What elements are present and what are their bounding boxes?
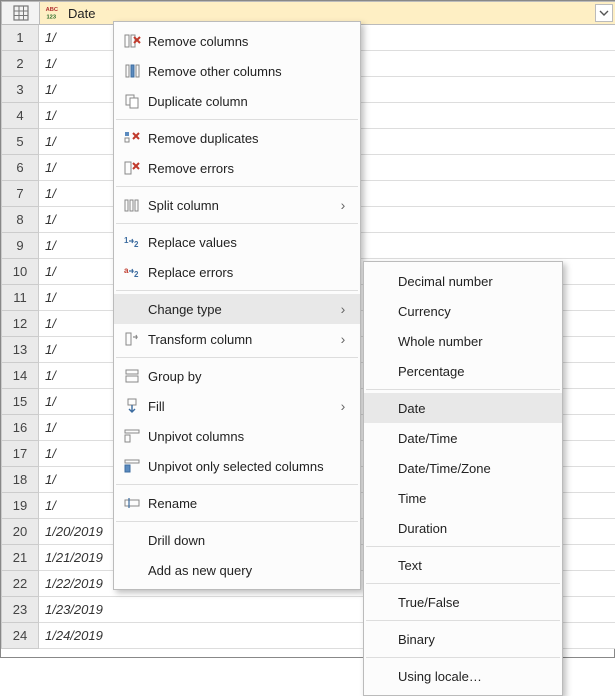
row-header[interactable]: 22 [1,571,39,597]
replace-values-icon: 12 [120,233,144,251]
menu-split-column[interactable]: Split column › [114,190,360,220]
type-whole-number[interactable]: Whole number [364,326,562,356]
row-header[interactable]: 1 [1,25,39,51]
menu-separator [116,223,358,224]
menu-separator [116,521,358,522]
menu-separator [116,290,358,291]
row-header[interactable]: 7 [1,181,39,207]
type-currency[interactable]: Currency [364,296,562,326]
type-duration[interactable]: Duration [364,513,562,543]
menu-separator [366,583,560,584]
chevron-down-icon [599,9,609,17]
replace-errors-icon: a2 [120,263,144,281]
row-header[interactable]: 11 [1,285,39,311]
menu-remove-other-columns[interactable]: Remove other columns [114,56,360,86]
unpivot-columns-icon [120,427,144,445]
row-header[interactable]: 17 [1,441,39,467]
table-icon [13,5,29,21]
row-header[interactable]: 12 [1,311,39,337]
menu-group-by[interactable]: Group by [114,361,360,391]
type-binary[interactable]: Binary [364,624,562,654]
row-header[interactable]: 14 [1,363,39,389]
split-column-icon [120,196,144,214]
menu-separator [366,546,560,547]
row-header[interactable]: 9 [1,233,39,259]
row-header[interactable]: 4 [1,103,39,129]
chevron-right-icon: › [336,197,350,213]
row-header[interactable]: 15 [1,389,39,415]
chevron-right-icon: › [336,301,350,317]
row-header[interactable]: 3 [1,77,39,103]
menu-add-as-new-query[interactable]: Add as new query [114,555,360,585]
row-header[interactable]: 19 [1,493,39,519]
svg-text:a: a [124,266,129,275]
row-header[interactable]: 5 [1,129,39,155]
svg-text:1: 1 [124,236,129,245]
menu-remove-errors[interactable]: Remove errors [114,153,360,183]
menu-separator [116,357,358,358]
menu-rename[interactable]: Rename [114,488,360,518]
column-context-menu: Remove columns Remove other columns Dupl… [113,21,361,590]
column-filter-button[interactable] [595,4,613,22]
row-header[interactable]: 2 [1,51,39,77]
type-decimal-number[interactable]: Decimal number [364,266,562,296]
row-header[interactable]: 18 [1,467,39,493]
menu-drill-down[interactable]: Drill down [114,525,360,555]
menu-change-type[interactable]: Change type › [114,294,360,324]
type-true-false[interactable]: True/False [364,587,562,617]
menu-replace-errors[interactable]: a2 Replace errors [114,257,360,287]
remove-duplicates-icon [120,129,144,147]
row-header[interactable]: 24 [1,623,39,649]
fill-icon [120,397,144,415]
menu-remove-columns[interactable]: Remove columns [114,26,360,56]
column-header-label: Date [66,6,595,21]
column-type-icon[interactable]: ABC123 [44,3,66,24]
svg-text:123: 123 [46,14,56,20]
type-date-time[interactable]: Date/Time [364,423,562,453]
duplicate-column-icon [120,92,144,110]
chevron-right-icon: › [336,398,350,414]
transform-column-icon [120,330,144,348]
select-all-corner[interactable] [1,1,39,25]
unpivot-selected-icon [120,457,144,475]
remove-columns-icon [120,32,144,50]
type-date-time-zone[interactable]: Date/Time/Zone [364,453,562,483]
type-date[interactable]: Date [364,393,562,423]
menu-separator [116,119,358,120]
row-header[interactable]: 6 [1,155,39,181]
row-header[interactable]: 23 [1,597,39,623]
row-header[interactable]: 10 [1,259,39,285]
row-header[interactable]: 21 [1,545,39,571]
row-header[interactable]: 16 [1,415,39,441]
chevron-right-icon: › [336,331,350,347]
menu-separator [116,186,358,187]
menu-fill[interactable]: Fill › [114,391,360,421]
menu-separator [116,484,358,485]
svg-text:ABC: ABC [46,7,58,13]
remove-errors-icon [120,159,144,177]
menu-unpivot-columns[interactable]: Unpivot columns [114,421,360,451]
row-header[interactable]: 20 [1,519,39,545]
menu-separator [366,620,560,621]
svg-text:2: 2 [134,240,139,249]
group-by-icon [120,367,144,385]
menu-duplicate-column[interactable]: Duplicate column [114,86,360,116]
type-text[interactable]: Text [364,550,562,580]
row-header[interactable]: 8 [1,207,39,233]
menu-unpivot-only-selected[interactable]: Unpivot only selected columns [114,451,360,481]
remove-other-columns-icon [120,62,144,80]
rename-icon [120,494,144,512]
menu-separator [366,389,560,390]
change-type-submenu: Decimal number Currency Whole number Per… [363,261,563,696]
menu-replace-values[interactable]: 12 Replace values [114,227,360,257]
type-time[interactable]: Time [364,483,562,513]
svg-text:2: 2 [134,270,139,279]
row-header[interactable]: 13 [1,337,39,363]
type-percentage[interactable]: Percentage [364,356,562,386]
menu-transform-column[interactable]: Transform column › [114,324,360,354]
menu-remove-duplicates[interactable]: Remove duplicates [114,123,360,153]
type-using-locale[interactable]: Using locale… [364,661,562,691]
